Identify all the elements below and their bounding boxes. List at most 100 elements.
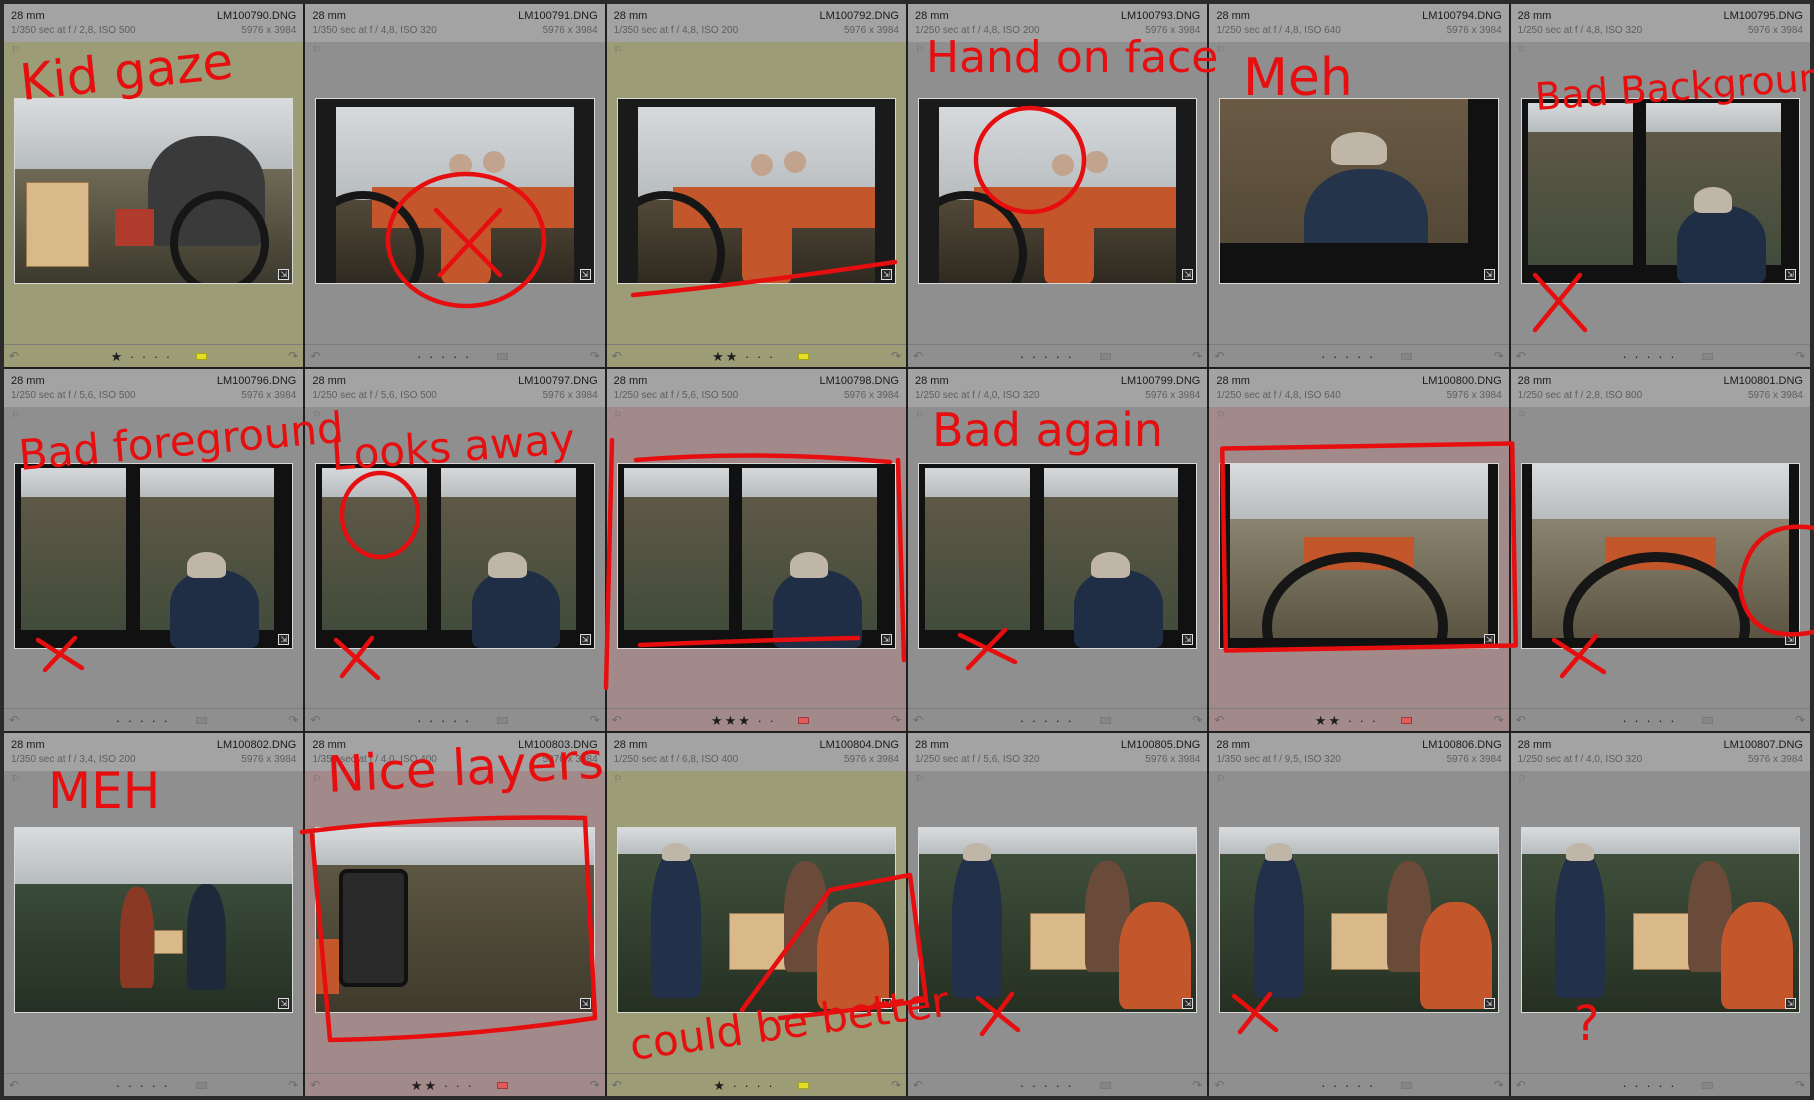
thumbnail-image[interactable]: ⇲ (918, 827, 1198, 1014)
color-label[interactable] (1400, 352, 1412, 360)
expand-icon[interactable]: ⇲ (579, 633, 591, 645)
color-label[interactable] (1400, 717, 1412, 725)
rotate-right-icon[interactable]: ↷ (1494, 713, 1504, 727)
flag-icon[interactable]: ⚐ (915, 775, 924, 785)
color-label[interactable] (496, 352, 508, 360)
star-rating[interactable]: · · · · · (1622, 349, 1676, 364)
flag-icon[interactable]: ⚐ (614, 46, 623, 56)
expand-icon[interactable]: ⇲ (881, 269, 892, 280)
thumbnail-cell[interactable]: 28 mm LM100791.DNG 1/350 sec at f / 4,8, I… (305, 4, 605, 367)
thumbnail-cell[interactable]: 28 mm LM100807.DNG 1/250 sec at f / 4,0, I… (1510, 733, 1810, 1096)
thumbnail-image[interactable]: ⇲ (315, 827, 595, 1014)
rotate-left-icon[interactable]: ↶ (1516, 713, 1526, 727)
expand-icon[interactable]: ⇲ (579, 998, 591, 1010)
flag-icon[interactable]: ⚐ (915, 410, 924, 421)
expand-icon[interactable]: ⇲ (1785, 269, 1796, 280)
thumbnail-cell[interactable]: 28 mm LM100800.DNG 1/250 sec at f / 4,8, I… (1209, 368, 1509, 732)
color-label[interactable] (195, 717, 207, 725)
color-label[interactable] (1702, 1081, 1714, 1089)
flag-icon[interactable]: ⚐ (1216, 775, 1225, 785)
rotate-left-icon[interactable]: ↶ (913, 713, 923, 727)
thumbnail-image[interactable]: ⇲ (1520, 827, 1800, 1014)
thumbnail-image[interactable]: ⇲ (1520, 98, 1800, 284)
rotate-left-icon[interactable]: ↶ (9, 349, 19, 363)
thumbnail-image[interactable]: ⇲ (616, 98, 896, 284)
star-rating[interactable]: ★★ · · · (712, 349, 775, 365)
flag-icon[interactable]: ⚐ (1216, 410, 1225, 421)
rotate-right-icon[interactable]: ↷ (1192, 1078, 1202, 1092)
expand-icon[interactable]: ⇲ (1182, 998, 1194, 1010)
thumbnail-image[interactable]: ⇲ (616, 827, 896, 1014)
flag-icon[interactable]: ⚐ (11, 410, 20, 421)
star-rating[interactable]: ★ · · · · (111, 349, 172, 365)
expand-icon[interactable]: ⇲ (881, 633, 892, 645)
thumbnail-image[interactable]: ⇲ (315, 98, 595, 284)
thumbnail-cell[interactable]: 28 mm LM100801.DNG 1/250 sec at f / 2,8, I… (1510, 368, 1810, 732)
expand-icon[interactable]: ⇲ (1182, 269, 1194, 280)
flag-icon[interactable]: ⚐ (1518, 775, 1527, 785)
rotate-right-icon[interactable]: ↷ (288, 713, 298, 727)
rotate-right-icon[interactable]: ↷ (891, 713, 901, 727)
thumbnail-cell[interactable]: 28 mm LM100796.DNG 1/250 sec at f / 5,6, I… (4, 368, 304, 732)
expand-icon[interactable]: ⇲ (1483, 269, 1495, 280)
star-rating[interactable]: · · · · · (1321, 1078, 1375, 1093)
star-rating[interactable]: · · · · · (1020, 1078, 1074, 1093)
rotate-right-icon[interactable]: ↷ (1795, 349, 1805, 363)
thumbnail-image[interactable]: ⇲ (315, 462, 595, 649)
flag-icon[interactable]: ⚐ (614, 410, 623, 421)
expand-icon[interactable]: ⇲ (278, 633, 290, 645)
thumbnail-image[interactable]: ⇲ (616, 462, 896, 649)
star-rating[interactable]: · · · · · (1622, 713, 1676, 728)
rotate-right-icon[interactable]: ↷ (891, 1078, 901, 1092)
thumbnail-image[interactable]: ⇲ (1520, 462, 1800, 649)
color-label[interactable] (798, 717, 810, 725)
expand-icon[interactable]: ⇲ (579, 269, 591, 280)
rotate-right-icon[interactable]: ↷ (590, 713, 600, 727)
star-rating[interactable]: · · · · · (417, 349, 471, 364)
color-label[interactable] (1702, 352, 1714, 360)
color-label[interactable] (496, 1081, 508, 1089)
rotate-left-icon[interactable]: ↶ (9, 1078, 19, 1092)
expand-icon[interactable]: ⇲ (1483, 998, 1495, 1010)
rotate-right-icon[interactable]: ↷ (1192, 713, 1202, 727)
color-label[interactable] (798, 1081, 810, 1089)
rotate-right-icon[interactable]: ↷ (1795, 713, 1805, 727)
thumbnail-image[interactable]: ⇲ (14, 827, 294, 1014)
rotate-right-icon[interactable]: ↷ (891, 349, 901, 363)
rotate-left-icon[interactable]: ↶ (612, 349, 622, 363)
thumbnail-cell[interactable]: 28 mm LM100797.DNG 1/250 sec at f / 5,6, I… (305, 368, 605, 732)
flag-icon[interactable]: ⚐ (11, 46, 20, 56)
expand-icon[interactable]: ⇲ (1182, 633, 1194, 645)
color-label[interactable] (1400, 1081, 1412, 1089)
star-rating[interactable]: · · · · · (417, 713, 471, 728)
thumbnail-image[interactable]: ⇲ (1219, 462, 1499, 649)
star-rating[interactable]: · · · · · (1020, 713, 1074, 728)
thumbnail-cell[interactable]: 28 mm LM100798.DNG 1/250 sec at f / 5,6, I… (606, 368, 906, 732)
flag-icon[interactable]: ⚐ (1216, 46, 1225, 56)
thumbnail-image[interactable]: ⇲ (918, 462, 1198, 649)
color-label[interactable] (195, 1081, 207, 1089)
flag-icon[interactable]: ⚐ (11, 775, 20, 785)
rotate-left-icon[interactable]: ↶ (9, 713, 19, 727)
expand-icon[interactable]: ⇲ (1785, 633, 1796, 645)
rotate-left-icon[interactable]: ↶ (1214, 349, 1224, 363)
rotate-left-icon[interactable]: ↶ (1214, 1078, 1224, 1092)
flag-icon[interactable]: ⚐ (1518, 410, 1527, 421)
thumbnail-cell[interactable]: 28 mm LM100795.DNG 1/250 sec at f / 4,8, I… (1510, 4, 1810, 367)
color-label[interactable] (195, 352, 207, 360)
expand-icon[interactable]: ⇲ (1483, 633, 1495, 645)
color-label[interactable] (1702, 717, 1714, 725)
thumbnail-cell[interactable]: 28 mm LM100806.DNG 1/350 sec at f / 9,5, I… (1209, 733, 1509, 1096)
flag-icon[interactable]: ⚐ (614, 775, 623, 785)
thumbnail-cell[interactable]: 28 mm LM100802.DNG 1/350 sec at f / 3,4, I… (4, 733, 304, 1096)
rotate-left-icon[interactable]: ↶ (913, 349, 923, 363)
expand-icon[interactable]: ⇲ (881, 998, 892, 1010)
thumbnail-cell[interactable]: 28 mm LM100805.DNG 1/250 sec at f / 5,6, I… (908, 733, 1208, 1096)
color-label[interactable] (1099, 1081, 1111, 1089)
thumbnail-image[interactable]: ⇲ (1219, 98, 1499, 284)
thumbnail-cell[interactable]: 28 mm LM100803.DNG 1/350 sec at f / 4,0, I… (305, 733, 605, 1096)
thumbnail-image[interactable]: ⇲ (14, 98, 294, 284)
rotate-right-icon[interactable]: ↷ (590, 349, 600, 363)
rotate-left-icon[interactable]: ↶ (612, 1078, 622, 1092)
flag-icon[interactable]: ⚐ (312, 775, 321, 785)
